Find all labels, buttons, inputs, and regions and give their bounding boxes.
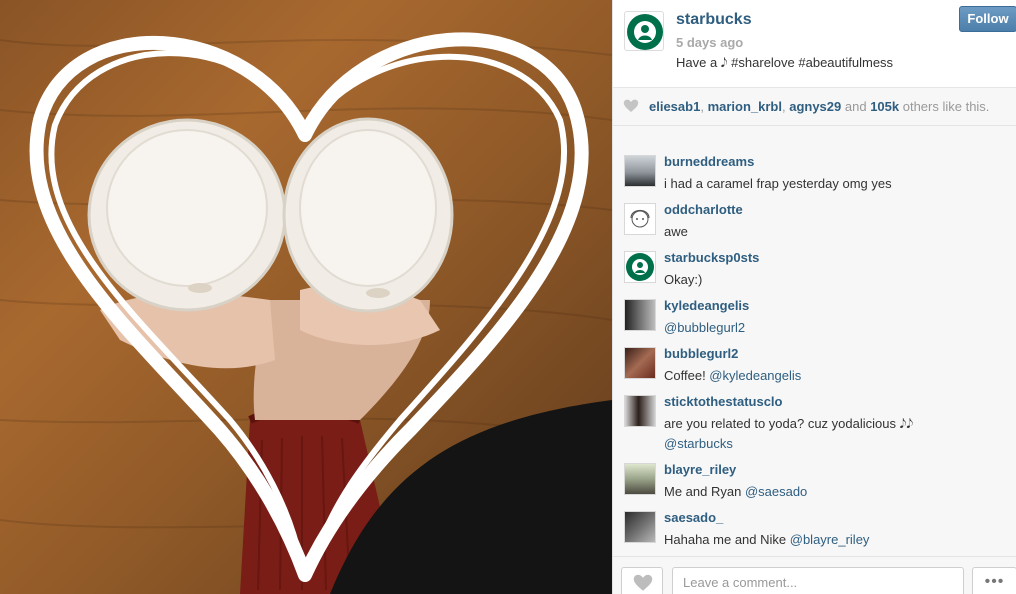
comment-body: awe bbox=[664, 224, 688, 239]
post-panel: starbucks 5 days ago Have a 𝅘𝅥𝅮 #sharelo… bbox=[612, 0, 1016, 594]
comment-body: are you related to yoda? cuz yodalicious… bbox=[664, 416, 914, 431]
likes-count[interactable]: 105k bbox=[870, 99, 899, 114]
commenter-avatar[interactable] bbox=[624, 511, 656, 543]
commenter-username[interactable]: burneddreams bbox=[664, 154, 754, 169]
commenter-username[interactable]: saesado_ bbox=[664, 510, 723, 525]
likes-summary: eliesab1, marion_krbl, agnys29 and 105k … bbox=[649, 99, 989, 114]
comment-text: Okay:) bbox=[664, 270, 1004, 290]
commenter-avatar[interactable] bbox=[624, 251, 656, 283]
mention-link[interactable]: @blayre_riley bbox=[790, 532, 870, 547]
more-options-button[interactable]: ••• bbox=[972, 567, 1016, 594]
likes-separator: , bbox=[700, 99, 708, 114]
commenter-username[interactable]: kyledeangelis bbox=[664, 298, 749, 313]
like-button[interactable] bbox=[621, 567, 663, 594]
comment-text: Me and Ryan @saesado bbox=[664, 482, 1004, 502]
sketch-face-avatar bbox=[630, 209, 650, 228]
comment-text: i had a caramel frap yesterday omg yes bbox=[664, 174, 1004, 194]
mention-link[interactable]: @saesado bbox=[745, 484, 807, 499]
comment-text: @bubblegurl2 bbox=[664, 318, 1004, 338]
likes-and: and bbox=[841, 99, 871, 114]
owner-username[interactable]: starbucks bbox=[676, 11, 752, 29]
comment-bar: ••• bbox=[613, 556, 1016, 594]
liker-link[interactable]: eliesab1 bbox=[649, 99, 700, 114]
commenter-username[interactable]: oddcharlotte bbox=[664, 202, 743, 217]
commenter-username[interactable]: blayre_riley bbox=[664, 462, 736, 477]
commenter-username[interactable]: bubblegurl2 bbox=[664, 346, 738, 361]
comment-body: Me and Ryan bbox=[664, 484, 745, 499]
comment-body: Hahaha me and Nike bbox=[664, 532, 790, 547]
post-caption: Have a 𝅘𝅥𝅮 #sharelove #abeautifulmess bbox=[676, 55, 894, 70]
likes-suffix: others like this. bbox=[899, 99, 990, 114]
commenter-avatar[interactable] bbox=[624, 395, 656, 427]
comment-body: i had a caramel frap yesterday omg yes bbox=[664, 176, 892, 191]
post-header: starbucks 5 days ago Have a 𝅘𝅥𝅮 #sharelo… bbox=[613, 0, 1016, 88]
mention-link[interactable]: @bubblegurl2 bbox=[664, 320, 745, 335]
commenter-avatar[interactable] bbox=[624, 155, 656, 187]
comment-text: Hahaha me and Nike @blayre_riley bbox=[664, 530, 1004, 550]
follow-button[interactable]: Follow bbox=[959, 6, 1016, 32]
commenter-avatar[interactable] bbox=[624, 347, 656, 379]
commenter-avatar[interactable] bbox=[624, 299, 656, 331]
mention-link[interactable]: @kyledeangelis bbox=[709, 368, 801, 383]
heart-icon bbox=[623, 99, 639, 112]
owner-avatar[interactable] bbox=[624, 11, 664, 51]
heart-icon bbox=[633, 574, 653, 591]
comment-text: are you related to yoda? cuz yodalicious… bbox=[664, 414, 1004, 454]
commenter-username[interactable]: sticktothestatusclo bbox=[664, 394, 782, 409]
starbucks-logo bbox=[627, 14, 663, 50]
likes-bar: eliesab1, marion_krbl, agnys29 and 105k … bbox=[613, 88, 1016, 126]
commenter-avatar[interactable] bbox=[624, 463, 656, 495]
post-photo[interactable] bbox=[0, 0, 612, 594]
starbucks-logo bbox=[626, 253, 654, 281]
commenter-avatar[interactable] bbox=[624, 203, 656, 235]
commenter-username[interactable]: starbucksp0sts bbox=[664, 250, 759, 265]
comment-input[interactable] bbox=[672, 567, 964, 594]
comment-body: Coffee! bbox=[664, 368, 710, 383]
comment-text: Coffee! @kyledeangelis bbox=[664, 366, 1004, 386]
liker-link[interactable]: marion_krbl bbox=[708, 99, 782, 114]
post-timestamp[interactable]: 5 days ago bbox=[676, 35, 743, 50]
ellipsis-icon: ••• bbox=[984, 573, 1005, 590]
comment-text: awe bbox=[664, 222, 1004, 242]
post-photo-art bbox=[0, 32, 612, 594]
comment-body: Okay:) bbox=[664, 272, 703, 287]
mention-link[interactable]: @starbucks bbox=[664, 436, 733, 451]
liker-link[interactable]: agnys29 bbox=[789, 99, 841, 114]
